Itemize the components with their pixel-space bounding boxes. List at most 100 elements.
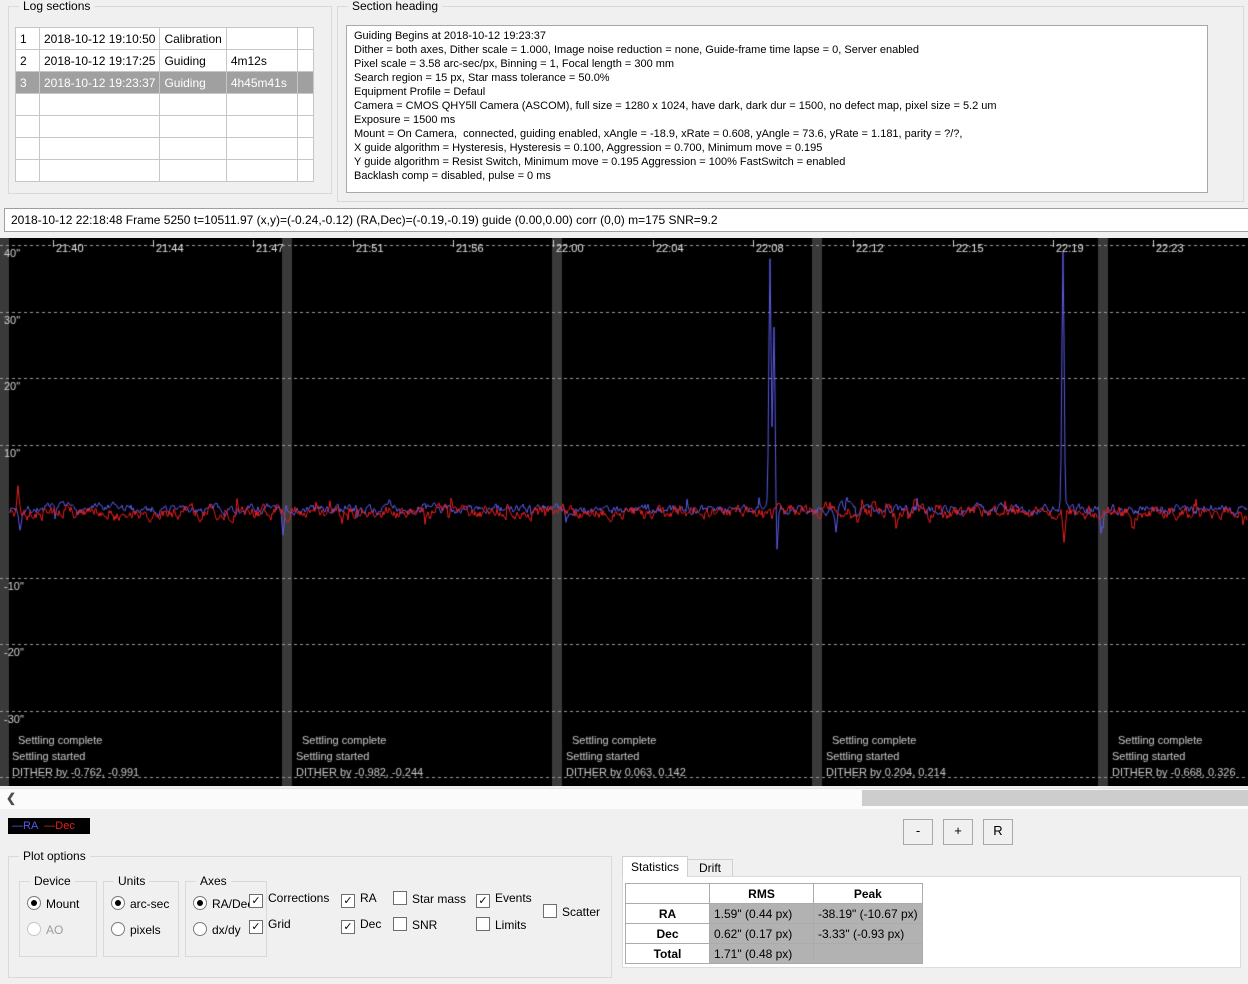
checkbox-corrections[interactable]: ✓ Corrections (249, 891, 329, 908)
checkbox-grid[interactable]: ✓Grid (249, 917, 291, 934)
log-section-row[interactable]: 32018-10-12 19:23:37Guiding4h45m41s (16, 72, 314, 94)
checkbox-label: Grid (268, 917, 291, 931)
log-section-empty-row[interactable] (16, 160, 314, 182)
log-section-cell (297, 116, 313, 138)
section-heading-line: Dither = both axes, Dither scale = 1.000… (354, 43, 1200, 57)
log-section-cell (226, 116, 297, 138)
plot-options-group: Plot options Device MountAO Units arc-se… (8, 856, 612, 978)
log-section-empty-row[interactable] (16, 116, 314, 138)
guide-graph-canvas[interactable] (0, 238, 1248, 786)
checkbox-label: Dec (360, 917, 381, 931)
device-subgroup: Device MountAO (19, 881, 97, 957)
stats-row: Dec0.62" (0.17 px)-3.33" (-0.93 px) (626, 924, 923, 944)
stats-row: Total1.71" (0.48 px) (626, 944, 923, 964)
stats-row-label: Dec (626, 924, 710, 944)
checkbox-limits[interactable]: Limits (476, 917, 526, 932)
log-section-cell (40, 138, 160, 160)
radio-label: dx/dy (212, 923, 241, 937)
stats-value-cell: -3.33" (-0.93 px) (814, 924, 923, 944)
checkbox-icon: ✓ (341, 920, 355, 934)
log-section-cell (297, 28, 313, 50)
tab-statistics[interactable]: Statistics (622, 856, 688, 877)
log-section-row[interactable]: 12018-10-12 19:10:50Calibration (16, 28, 314, 50)
log-section-cell: 2 (16, 50, 40, 72)
phd2-log-viewer-window: Log sections 12018-10-12 19:10:50Calibra… (0, 0, 1248, 984)
radio-label: arc-sec (130, 897, 169, 911)
checkbox-events[interactable]: ✓Events (476, 891, 532, 908)
log-section-cell (40, 116, 160, 138)
checkbox-icon (393, 917, 407, 931)
units-radio-arcsec[interactable]: arc-sec (111, 896, 169, 911)
log-sections-title: Log sections (19, 0, 94, 13)
checkbox-star-mass[interactable]: Star mass (393, 891, 466, 906)
plot-options-title: Plot options (19, 849, 90, 863)
checkbox-ra[interactable]: ✓ RA (341, 891, 377, 908)
section-heading-group: Section heading Guiding Begins at 2018-1… (337, 6, 1244, 202)
checkbox-snr[interactable]: SNR (393, 917, 437, 932)
section-heading-line: Equipment Profile = Defaul (354, 85, 1200, 99)
stats-row-label: RA (626, 904, 710, 924)
log-section-cell: 2018-10-12 19:23:37 (40, 72, 160, 94)
log-section-row[interactable]: 22018-10-12 19:17:25Guiding4m12s (16, 50, 314, 72)
zoom-out-button[interactable]: - (903, 819, 933, 845)
log-section-cell (160, 138, 226, 160)
stats-value-cell: -38.19" (-10.67 px) (814, 904, 923, 924)
stats-value-cell (814, 944, 923, 964)
checkbox-icon: ✓ (249, 894, 263, 908)
axes-radio-radec[interactable]: RA/Dec (193, 896, 253, 911)
stats-row: RA1.59" (0.44 px)-38.19" (-10.67 px) (626, 904, 923, 924)
log-section-cell: Calibration (160, 28, 226, 50)
stats-header-cell: RMS (710, 884, 814, 904)
section-heading-line: Guiding Begins at 2018-10-12 19:23:37 (354, 29, 1200, 43)
log-section-empty-row[interactable] (16, 94, 314, 116)
checkbox-icon (543, 904, 557, 918)
radio-icon (193, 896, 207, 910)
scroll-left-arrow-icon[interactable]: ❮ (6, 791, 20, 805)
section-heading-line: Backlash comp = disabled, pulse = 0 ms (354, 169, 1200, 183)
radio-label: Mount (46, 897, 79, 911)
log-section-empty-row[interactable] (16, 138, 314, 160)
zoom-in-button[interactable]: + (943, 819, 973, 845)
log-section-cell (297, 138, 313, 160)
log-section-cell: Guiding (160, 50, 226, 72)
section-heading-line: X guide algorithm = Hysteresis, Hysteres… (354, 141, 1200, 155)
section-heading-line: Pixel scale = 3.58 arc-sec/px, Binning =… (354, 57, 1200, 71)
stats-header-cell (626, 884, 710, 904)
radio-icon (193, 922, 207, 936)
units-title: Units (114, 874, 149, 888)
graph-scrollbar-thumb[interactable] (862, 790, 1248, 806)
stats-value-cell: 1.59" (0.44 px) (710, 904, 814, 924)
log-section-cell (297, 72, 313, 94)
units-radio-pixels[interactable]: pixels (111, 922, 161, 937)
log-section-cell (297, 94, 313, 116)
log-section-cell (16, 94, 40, 116)
reset-zoom-button[interactable]: R (983, 819, 1013, 845)
checkbox-scatter[interactable]: Scatter (543, 904, 600, 919)
section-heading-line: Exposure = 1500 ms (354, 113, 1200, 127)
device-radio-mount[interactable]: Mount (27, 896, 79, 911)
radio-icon (111, 922, 125, 936)
checkbox-dec[interactable]: ✓ Dec (341, 917, 381, 934)
checkbox-icon: ✓ (341, 894, 355, 908)
log-section-cell (160, 94, 226, 116)
axes-radio-dxdy[interactable]: dx/dy (193, 922, 241, 937)
stats-value-cell: 0.62" (0.17 px) (710, 924, 814, 944)
checkbox-icon: ✓ (476, 894, 490, 908)
stats-value-cell: 1.71" (0.48 px) (710, 944, 814, 964)
checkbox-label: RA (360, 891, 377, 905)
log-section-cell: Guiding (160, 72, 226, 94)
log-section-cell: 2018-10-12 19:17:25 (40, 50, 160, 72)
checkbox-label: Corrections (268, 891, 329, 905)
section-heading-line: Camera = CMOS QHY5ll Camera (ASCOM), ful… (354, 99, 1200, 113)
log-section-cell: 4m12s (226, 50, 297, 72)
log-section-cell (40, 94, 160, 116)
radio-label: AO (46, 923, 63, 937)
log-section-cell (160, 116, 226, 138)
device-title: Device (30, 874, 75, 888)
log-sections-group: Log sections 12018-10-12 19:10:50Calibra… (8, 6, 332, 194)
axes-title: Axes (196, 874, 231, 888)
log-section-cell (40, 160, 160, 182)
guide-graph[interactable] (0, 238, 1248, 786)
units-subgroup: Units arc-secpixels (103, 881, 179, 957)
section-heading-line: Mount = On Camera, connected, guiding en… (354, 127, 1200, 141)
